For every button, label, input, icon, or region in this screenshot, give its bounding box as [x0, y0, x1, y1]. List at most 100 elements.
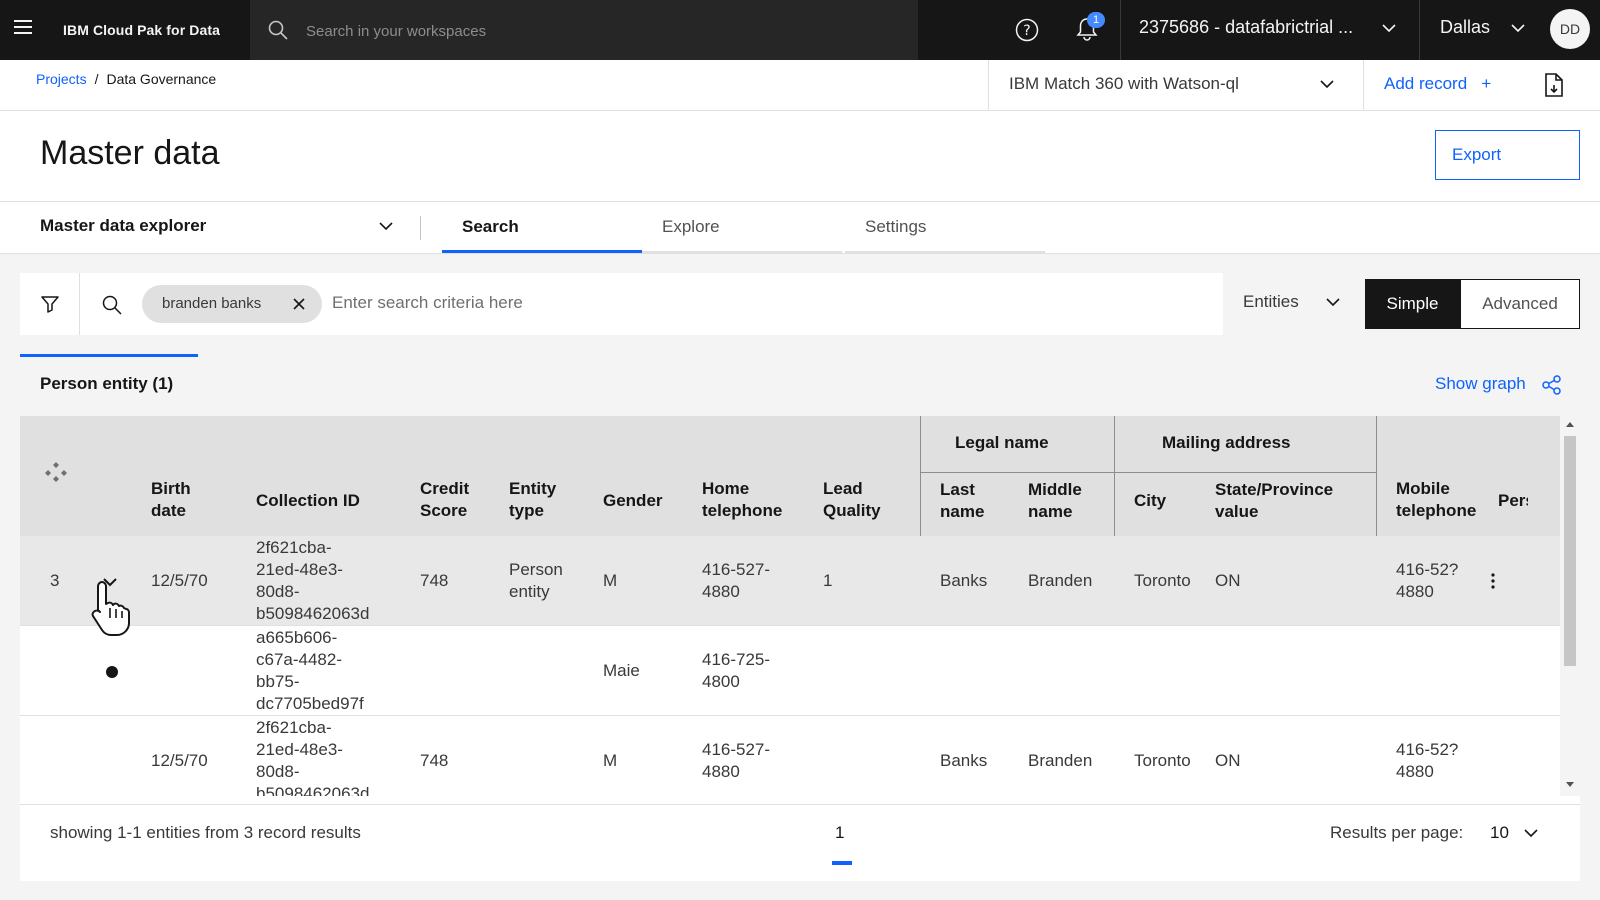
add-record-text: Add record — [1384, 74, 1468, 93]
cell-credit-score: 748 — [420, 751, 449, 770]
help-icon[interactable]: ? — [1015, 18, 1039, 42]
explorer-dropdown-label: Master data explorer — [40, 216, 207, 235]
filter-button[interactable] — [20, 273, 80, 335]
cell-birth-date: 12/5/70 — [151, 571, 208, 590]
cell-text: entity — [509, 582, 550, 601]
divider — [420, 216, 421, 240]
filter-icon — [41, 296, 59, 313]
advanced-mode-button[interactable]: Advanced — [1460, 279, 1580, 329]
chevron-down-icon — [1511, 24, 1525, 33]
export-button[interactable]: Export — [1435, 130, 1580, 180]
header-last-name[interactable]: Last name — [940, 479, 984, 523]
header-lead-quality[interactable]: Lead Quality — [823, 478, 881, 522]
region-name: Dallas — [1440, 17, 1491, 37]
header-home-telephone[interactable]: Home telephone — [702, 478, 782, 522]
entity-search-bar: branden banks Enter search criteria here — [20, 273, 1223, 335]
tab-explore[interactable]: Explore — [642, 202, 842, 253]
chevron-down-icon[interactable] — [1523, 827, 1539, 839]
cell-mobile-telephone: 416-52? 4880 — [1396, 739, 1462, 783]
header-collection-id[interactable]: Collection ID — [256, 490, 360, 512]
product-name[interactable]: IBM Cloud Pak for Data — [63, 22, 220, 38]
results-title: Person entity (1) — [40, 374, 174, 393]
header-text: name — [1028, 502, 1073, 521]
header-middle-name[interactable]: Middle name — [1028, 479, 1082, 523]
cell-text: 416-527- — [702, 740, 771, 759]
close-icon[interactable] — [292, 297, 306, 311]
cell-text: 416-52? — [1396, 740, 1459, 759]
menu-icon[interactable] — [14, 20, 38, 40]
show-graph-link[interactable]: Show graph — [1435, 374, 1561, 395]
cell-gender: Maie — [603, 661, 640, 680]
page-number[interactable]: 1 — [835, 823, 844, 843]
simple-mode-button[interactable]: Simple — [1365, 279, 1460, 329]
header-text: Home — [702, 479, 750, 498]
header-persona[interactable]: Pers — [1498, 490, 1528, 512]
breadcrumb-current: Data Governance — [106, 71, 217, 87]
header-text: Mobile — [1396, 479, 1450, 498]
column-group-divider — [920, 416, 921, 536]
instance-dropdown[interactable]: IBM Match 360 with Watson-ql — [988, 60, 1363, 110]
search-term-chip: branden banks — [142, 285, 322, 323]
cell-text: 416-527- — [702, 560, 771, 579]
search-scope-dropdown[interactable]: Entities — [1243, 292, 1340, 312]
record-count: 3 — [50, 571, 60, 590]
header-text: telephone — [702, 501, 783, 520]
chip-label: branden banks — [162, 295, 262, 312]
header-entity-type[interactable]: Entity type — [509, 478, 556, 522]
region-switcher[interactable]: Dallas — [1420, 0, 1538, 60]
notifications-button[interactable]: 1 — [1075, 12, 1105, 44]
breadcrumb: Projects / Data Governance — [36, 71, 216, 87]
table-row[interactable]: 3 12/5/70 2f621cba- 21ed-48e3- 80d8- b50984… — [20, 536, 1560, 626]
column-group-divider — [1114, 416, 1115, 536]
header-state-province[interactable]: State/Province value — [1215, 479, 1333, 523]
header-text: State/Province — [1215, 480, 1334, 499]
header-text: date — [151, 501, 186, 520]
table-scrollbar[interactable] — [1560, 416, 1580, 796]
record-dot-indicator — [106, 666, 118, 678]
cell-collection-id: 2f621cba- 21ed-48e3- 80d8- b5098462063d — [256, 537, 369, 625]
header-group-legal-name: Legal name — [955, 433, 1049, 452]
results-per-page-select[interactable]: 10 — [1490, 823, 1509, 843]
cell-last-name: Banks — [940, 571, 988, 590]
cell-text: a665b606- — [256, 628, 338, 647]
add-record-button[interactable]: Add record + — [1363, 60, 1533, 110]
table-row[interactable]: a665b606- c67a-4482- bb75- dc7705bed97f Mai… — [20, 626, 1560, 716]
header-text: value — [1215, 502, 1259, 521]
table-row[interactable]: 12/5/70 2f621cba- 21ed-48e3- 80d8- b5098462… — [20, 716, 1560, 796]
cell-text: 2f621cba- — [256, 718, 332, 737]
instance-name: IBM Match 360 with Watson-ql — [1009, 74, 1239, 93]
header-gender[interactable]: Gender — [603, 490, 663, 512]
cell-text: 21ed-48e3- — [256, 740, 343, 759]
scrollbar-thumb[interactable] — [1564, 436, 1576, 666]
cell-state: ON — [1215, 571, 1241, 590]
cell-collection-id: a665b606- c67a-4482- bb75- dc7705bed97f — [256, 627, 364, 715]
header-text: telephone — [1396, 501, 1477, 520]
breadcrumb-projects-link[interactable]: Projects — [36, 71, 87, 87]
page-title: Master data — [40, 134, 220, 172]
cell-text: b5098462063d — [256, 784, 370, 796]
current-page-indicator — [832, 861, 852, 865]
search-criteria-input[interactable]: Enter search criteria here — [332, 293, 523, 313]
search-placeholder: Search in your workspaces — [306, 23, 487, 40]
chevron-down-icon — [1382, 24, 1396, 33]
scroll-up-icon[interactable] — [1566, 422, 1574, 427]
cell-text: dc7705bed97f — [256, 694, 364, 713]
header-city[interactable]: City — [1134, 490, 1166, 512]
document-icon[interactable] — [1543, 72, 1565, 98]
overflow-menu-icon[interactable] — [1490, 572, 1496, 590]
tab-settings[interactable]: Settings — [845, 202, 1045, 253]
cell-text: 416-725- — [702, 650, 771, 669]
notification-badge: 1 — [1087, 12, 1105, 28]
header-text: type — [509, 501, 544, 520]
scroll-down-icon[interactable] — [1566, 782, 1574, 787]
user-avatar[interactable]: DD — [1550, 9, 1590, 49]
cell-middle-name: Branden — [1028, 571, 1093, 590]
tab-search[interactable]: Search — [442, 202, 642, 253]
header-birth-date[interactable]: Birth date — [151, 478, 191, 522]
global-search-input[interactable]: Search in your workspaces — [250, 0, 918, 60]
header-credit-score[interactable]: Credit Score — [420, 478, 469, 522]
account-switcher[interactable]: 2375686 - datafabrictrial ... — [1120, 0, 1420, 60]
explorer-dropdown[interactable]: Master data explorer — [40, 216, 393, 236]
header-mobile-telephone[interactable]: Mobile telephone — [1396, 478, 1476, 522]
column-settings-icon[interactable] — [44, 460, 68, 484]
